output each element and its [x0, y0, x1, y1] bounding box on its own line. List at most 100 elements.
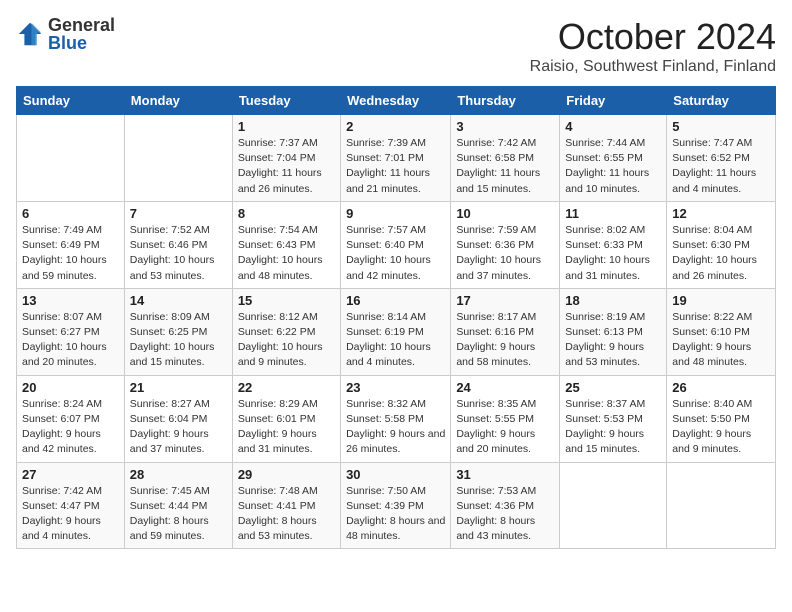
day-number: 16: [346, 293, 445, 308]
day-number: 1: [238, 119, 335, 134]
day-number: 28: [130, 467, 227, 482]
calendar-cell: 2 Sunrise: 7:39 AM Sunset: 7:01 PM Daylig…: [341, 115, 451, 202]
day-info: Sunrise: 8:35 AM Sunset: 5:55 PM Dayligh…: [456, 397, 554, 458]
calendar-cell: 3Sunrise: 7:42 AM Sunset: 6:58 PM Daylig…: [451, 115, 560, 202]
day-info: Sunrise: 8:09 AM Sunset: 6:25 PM Dayligh…: [130, 310, 227, 371]
title-block: October 2024 Raisio, Southwest Finland, …: [530, 16, 776, 76]
day-info: Sunrise: 7:54 AM Sunset: 6:43 PM Dayligh…: [238, 223, 335, 284]
day-number: 11: [565, 206, 661, 221]
day-info: Sunrise: 8:02 AM Sunset: 6:33 PM Dayligh…: [565, 223, 661, 284]
day-info: Sunrise: 8:22 AM Sunset: 6:10 PM Dayligh…: [672, 310, 770, 371]
day-info: Sunrise: 7:45 AM Sunset: 4:44 PM Dayligh…: [130, 484, 227, 545]
day-info: Sunrise: 7:50 AM Sunset: 4:39 PM Dayligh…: [346, 484, 445, 545]
calendar-cell: [560, 462, 667, 549]
weekday-header-wednesday: Wednesday: [341, 87, 451, 115]
calendar-cell: 14Sunrise: 8:09 AM Sunset: 6:25 PM Dayli…: [124, 288, 232, 375]
weekday-header-friday: Friday: [560, 87, 667, 115]
day-number: 31: [456, 467, 554, 482]
day-number: 12: [672, 206, 770, 221]
calendar-cell: 5 Sunrise: 7:47 AM Sunset: 6:52 PM Daylig…: [667, 115, 776, 202]
calendar-cell: 11 Sunrise: 8:02 AM Sunset: 6:33 PM Dayli…: [560, 201, 667, 288]
calendar-cell: 20 Sunrise: 8:24 AM Sunset: 6:07 PM Dayli…: [17, 375, 125, 462]
calendar-cell: 19Sunrise: 8:22 AM Sunset: 6:10 PM Dayli…: [667, 288, 776, 375]
day-info: Sunrise: 8:12 AM Sunset: 6:22 PM Dayligh…: [238, 310, 335, 371]
calendar-week-4: 20 Sunrise: 8:24 AM Sunset: 6:07 PM Dayli…: [17, 375, 776, 462]
day-info: Sunrise: 7:57 AM Sunset: 6:40 PM Dayligh…: [346, 223, 445, 284]
weekday-header-thursday: Thursday: [451, 87, 560, 115]
calendar-table: SundayMondayTuesdayWednesdayThursdayFrid…: [16, 86, 776, 549]
day-number: 4: [565, 119, 661, 134]
calendar-cell: 31Sunrise: 7:53 AM Sunset: 4:36 PM Dayli…: [451, 462, 560, 549]
day-number: 15: [238, 293, 335, 308]
day-number: 20: [22, 380, 119, 395]
day-number: 13: [22, 293, 119, 308]
day-info: Sunrise: 7:59 AM Sunset: 6:36 PM Dayligh…: [456, 223, 554, 284]
calendar-cell: 8Sunrise: 7:54 AM Sunset: 6:43 PM Daylig…: [232, 201, 340, 288]
day-number: 23: [346, 380, 445, 395]
calendar-cell: 12Sunrise: 8:04 AM Sunset: 6:30 PM Dayli…: [667, 201, 776, 288]
calendar-cell: 10Sunrise: 7:59 AM Sunset: 6:36 PM Dayli…: [451, 201, 560, 288]
weekday-header-monday: Monday: [124, 87, 232, 115]
day-number: 7: [130, 206, 227, 221]
page-header: General Blue October 2024 Raisio, Southw…: [16, 16, 776, 76]
day-number: 21: [130, 380, 227, 395]
logo-icon: [16, 20, 44, 48]
day-number: 26: [672, 380, 770, 395]
logo-text: General Blue: [48, 16, 115, 52]
day-info: Sunrise: 7:42 AM Sunset: 4:47 PM Dayligh…: [22, 484, 119, 545]
calendar-cell: 15 Sunrise: 8:12 AM Sunset: 6:22 PM Dayli…: [232, 288, 340, 375]
calendar-cell: 4 Sunrise: 7:44 AM Sunset: 6:55 PM Daylig…: [560, 115, 667, 202]
calendar-cell: 28 Sunrise: 7:45 AM Sunset: 4:44 PM Dayli…: [124, 462, 232, 549]
day-info: Sunrise: 7:39 AM Sunset: 7:01 PM Dayligh…: [346, 136, 445, 197]
day-number: 24: [456, 380, 554, 395]
weekday-row: SundayMondayTuesdayWednesdayThursdayFrid…: [17, 87, 776, 115]
day-info: Sunrise: 8:29 AM Sunset: 6:01 PM Dayligh…: [238, 397, 335, 458]
day-number: 2: [346, 119, 445, 134]
logo-general-text: General: [48, 16, 115, 34]
calendar-week-5: 27 Sunrise: 7:42 AM Sunset: 4:47 PM Dayli…: [17, 462, 776, 549]
calendar-cell: 30Sunrise: 7:50 AM Sunset: 4:39 PM Dayli…: [341, 462, 451, 549]
calendar-cell: 6Sunrise: 7:49 AM Sunset: 6:49 PM Daylig…: [17, 201, 125, 288]
calendar-cell: 26 Sunrise: 8:40 AM Sunset: 5:50 PM Dayli…: [667, 375, 776, 462]
day-number: 29: [238, 467, 335, 482]
logo-blue-text: Blue: [48, 34, 115, 52]
day-info: Sunrise: 8:07 AM Sunset: 6:27 PM Dayligh…: [22, 310, 119, 371]
day-info: Sunrise: 8:32 AM Sunset: 5:58 PM Dayligh…: [346, 397, 445, 458]
calendar-cell: [124, 115, 232, 202]
day-info: Sunrise: 8:27 AM Sunset: 6:04 PM Dayligh…: [130, 397, 227, 458]
day-info: Sunrise: 7:37 AM Sunset: 7:04 PM Dayligh…: [238, 136, 335, 197]
day-info: Sunrise: 8:14 AM Sunset: 6:19 PM Dayligh…: [346, 310, 445, 371]
calendar-cell: 21 Sunrise: 8:27 AM Sunset: 6:04 PM Dayli…: [124, 375, 232, 462]
day-info: Sunrise: 7:44 AM Sunset: 6:55 PM Dayligh…: [565, 136, 661, 197]
calendar-header: SundayMondayTuesdayWednesdayThursdayFrid…: [17, 87, 776, 115]
day-info: Sunrise: 8:24 AM Sunset: 6:07 PM Dayligh…: [22, 397, 119, 458]
day-info: Sunrise: 7:52 AM Sunset: 6:46 PM Dayligh…: [130, 223, 227, 284]
calendar-body: 1 Sunrise: 7:37 AM Sunset: 7:04 PM Daylig…: [17, 115, 776, 549]
day-number: 25: [565, 380, 661, 395]
location-text: Raisio, Southwest Finland, Finland: [530, 58, 776, 76]
day-info: Sunrise: 8:40 AM Sunset: 5:50 PM Dayligh…: [672, 397, 770, 458]
logo: General Blue: [16, 16, 115, 52]
day-info: Sunrise: 8:17 AM Sunset: 6:16 PM Dayligh…: [456, 310, 554, 371]
calendar-cell: 24 Sunrise: 8:35 AM Sunset: 5:55 PM Dayli…: [451, 375, 560, 462]
day-number: 22: [238, 380, 335, 395]
day-number: 5: [672, 119, 770, 134]
calendar-cell: 18Sunrise: 8:19 AM Sunset: 6:13 PM Dayli…: [560, 288, 667, 375]
calendar-cell: [17, 115, 125, 202]
calendar-cell: 23 Sunrise: 8:32 AM Sunset: 5:58 PM Dayli…: [341, 375, 451, 462]
day-info: Sunrise: 8:37 AM Sunset: 5:53 PM Dayligh…: [565, 397, 661, 458]
calendar-cell: 22 Sunrise: 8:29 AM Sunset: 6:01 PM Dayli…: [232, 375, 340, 462]
weekday-header-tuesday: Tuesday: [232, 87, 340, 115]
weekday-header-saturday: Saturday: [667, 87, 776, 115]
day-info: Sunrise: 8:19 AM Sunset: 6:13 PM Dayligh…: [565, 310, 661, 371]
day-number: 6: [22, 206, 119, 221]
day-info: Sunrise: 7:47 AM Sunset: 6:52 PM Dayligh…: [672, 136, 770, 197]
day-number: 27: [22, 467, 119, 482]
calendar-cell: 29Sunrise: 7:48 AM Sunset: 4:41 PM Dayli…: [232, 462, 340, 549]
month-title: October 2024: [530, 16, 776, 58]
calendar-cell: 25 Sunrise: 8:37 AM Sunset: 5:53 PM Dayli…: [560, 375, 667, 462]
calendar-cell: 13 Sunrise: 8:07 AM Sunset: 6:27 PM Dayli…: [17, 288, 125, 375]
calendar-cell: 27 Sunrise: 7:42 AM Sunset: 4:47 PM Dayli…: [17, 462, 125, 549]
calendar-cell: 17Sunrise: 8:17 AM Sunset: 6:16 PM Dayli…: [451, 288, 560, 375]
day-number: 3: [456, 119, 554, 134]
